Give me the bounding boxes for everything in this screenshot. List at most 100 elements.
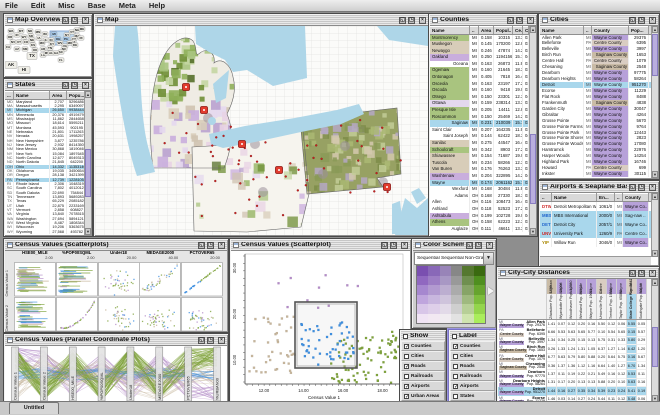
- color-swatch[interactable]: [440, 304, 451, 314]
- distance-cell[interactable]: 0.07: [557, 320, 567, 328]
- distance-cell[interactable]: 0.12: [567, 320, 577, 328]
- color-swatch[interactable]: [428, 295, 439, 305]
- distance-cell[interactable]: 0.24: [617, 387, 627, 395]
- table-row[interactable]: AshlandOH0.1185252317.2002.85: [430, 206, 536, 213]
- distance-row[interactable]: MIAllen ParkWayne CountyPop. 293761.410.…: [498, 320, 658, 328]
- distance-cell[interactable]: 1.05: [587, 345, 597, 353]
- checkbox[interactable]: [404, 374, 409, 379]
- distance-col-header[interactable]: WayneSouthgate Pop. 30136: [637, 279, 647, 319]
- layer-toggle-counties[interactable]: ✓Counties: [401, 341, 445, 351]
- table-row[interactable]: MontmorencyMI0.1581031513.3003.05: [430, 35, 536, 42]
- color-swatch[interactable]: [451, 276, 462, 286]
- distance-cell[interactable]: 6.66: [547, 328, 557, 336]
- distance-cell[interactable]: 0.19: [637, 387, 647, 395]
- titlebar-colorscheme[interactable]: Color Scheme◱◳×: [413, 240, 495, 251]
- titlebar-matrix[interactable]: Census Values (Scatterplots)◱◳×: [5, 240, 227, 251]
- distance-cell[interactable]: 5.50: [597, 320, 607, 328]
- show-title-checkbox[interactable]: [403, 334, 408, 339]
- close-button[interactable]: ×: [82, 17, 89, 24]
- checkbox[interactable]: ✓: [404, 384, 409, 389]
- distance-col-header[interactable]: SaginawZilwaukee Pop. 1799: [547, 279, 557, 319]
- distance-cell[interactable]: 1.37: [547, 370, 557, 378]
- color-swatch[interactable]: [417, 276, 428, 286]
- distance-cell[interactable]: 1.14: [617, 345, 627, 353]
- distances-scrollbar[interactable]: ▲▼: [651, 279, 658, 402]
- table-row[interactable]: Saint JosephMI0.1446242218.3004.10: [430, 133, 536, 140]
- distance-col-header[interactable]: WayneWyandotte Pop. 28006: [557, 279, 567, 319]
- titlebar-map[interactable]: Map◱◳×: [95, 15, 428, 26]
- menu-base[interactable]: Base: [88, 1, 106, 10]
- matrix-cell[interactable]: [139, 262, 181, 297]
- maximize-button[interactable]: ◳: [71, 82, 78, 89]
- checkbox[interactable]: [453, 394, 458, 399]
- distance-cell[interactable]: 0.12: [607, 320, 617, 328]
- titlebar-states[interactable]: States◱◳×: [5, 80, 91, 91]
- distance-cell[interactable]: 0.11: [557, 370, 567, 378]
- distance-cell[interactable]: 5.63: [557, 354, 567, 362]
- menu-misc[interactable]: Misc: [58, 1, 75, 10]
- table-row[interactable]: AdamsOH0.1682733018.3003.05: [430, 193, 536, 200]
- restore-button[interactable]: ◱: [399, 17, 406, 24]
- table-row[interactable]: YIPWillow Run3046/0MIWayne Co..: [540, 238, 658, 247]
- color-swatch[interactable]: [428, 266, 439, 276]
- distance-row[interactable]: MIChesaningSaginaw CountyPop. 25480.361.…: [498, 362, 658, 370]
- close-button[interactable]: ×: [649, 17, 656, 24]
- table-row[interactable]: DETDetroit City2057/1MIWayne Co..: [540, 220, 658, 229]
- table-row[interactable]: NewaygoMI0.2464787414.2002.85: [430, 48, 536, 55]
- distance-cell[interactable]: 1.12: [577, 362, 587, 370]
- table-row[interactable]: UNVUniversity Park1260/9PACentre Co..: [540, 229, 658, 238]
- close-button[interactable]: ×: [486, 242, 493, 249]
- chevron-down-icon[interactable]: ▼: [483, 253, 493, 264]
- checkbox[interactable]: ✓: [453, 344, 458, 349]
- distance-cell[interactable]: 0.34: [557, 337, 567, 345]
- close-button[interactable]: ×: [401, 242, 408, 249]
- distance-cell[interactable]: 0.17: [557, 379, 567, 387]
- panel-show[interactable]: Show ✓CountiesCities✓RoadsRailroads✓Airp…: [399, 329, 447, 404]
- restore-button[interactable]: ◱: [198, 337, 205, 344]
- layer-toggle-roads[interactable]: Roads: [450, 361, 495, 371]
- distance-cell[interactable]: 5.75: [597, 337, 607, 345]
- layer-toggle-roads[interactable]: ✓Roads: [401, 361, 445, 371]
- distance-cell[interactable]: 0.20: [607, 379, 617, 387]
- distance-cell[interactable]: 5.63: [627, 379, 637, 387]
- layer-toggle-cities[interactable]: Cities: [401, 351, 445, 361]
- close-button[interactable]: ×: [218, 337, 225, 344]
- matrix-cell[interactable]: [56, 262, 98, 297]
- color-swatch[interactable]: [451, 266, 462, 276]
- maximize-button[interactable]: ◳: [638, 17, 645, 24]
- table-row[interactable]: OttawaMI0.15923831413.3003.75: [430, 100, 536, 107]
- distance-row[interactable]: MIBirch RunSaginaw CountyPop. 16530.261.…: [498, 345, 658, 353]
- layer-toggle-railroads[interactable]: Railroads: [401, 371, 445, 381]
- distance-cell[interactable]: 0.27: [567, 387, 577, 395]
- color-swatch[interactable]: [440, 285, 451, 295]
- table-row[interactable]: WexfordMI0.1683048411.9002.60: [430, 186, 536, 193]
- distance-cell[interactable]: 0.31: [607, 337, 617, 345]
- restore-button[interactable]: ◱: [62, 82, 69, 89]
- color-swatch[interactable]: [417, 314, 428, 324]
- distance-cell[interactable]: 5.79: [567, 354, 577, 362]
- distance-cell[interactable]: 5.80: [577, 354, 587, 362]
- menu-edit[interactable]: Edit: [31, 1, 45, 10]
- distance-col-header[interactable]: WayneWestland Pop. 86602: [577, 279, 587, 319]
- color-swatch[interactable]: [451, 304, 462, 314]
- col-header[interactable]: Area: [479, 26, 494, 34]
- maximize-button[interactable]: ◳: [516, 17, 523, 24]
- restore-button[interactable]: ◱: [629, 270, 636, 277]
- matrix-cell[interactable]: [181, 262, 223, 297]
- table-row[interactable]: OaklandMI0.250119415615.1004.10: [430, 54, 536, 61]
- checkbox[interactable]: [453, 374, 458, 379]
- distance-col-header[interactable]: CentreUnionville Pop. 311: [597, 279, 607, 319]
- restore-button[interactable]: ◱: [629, 17, 636, 24]
- col-header[interactable]: ...: [5, 91, 14, 99]
- distance-cell[interactable]: 5.65: [617, 328, 627, 336]
- col-header[interactable]: Popul..: [494, 26, 513, 34]
- distance-row[interactable]: MIDearbornWayne CountyPop. 977751.370.11…: [498, 370, 658, 378]
- panel-airports[interactable]: Airports & Seaplane Bases◱◳× ..NameEn...…: [538, 180, 660, 267]
- maximize-button[interactable]: ◳: [408, 17, 415, 24]
- close-button[interactable]: ×: [419, 17, 426, 24]
- titlebar-airports[interactable]: Airports & Seaplane Bases◱◳×: [540, 182, 658, 193]
- distance-cell[interactable]: 0.36: [547, 362, 557, 370]
- color-swatch[interactable]: [474, 276, 485, 286]
- col-header[interactable]: County: [623, 193, 649, 201]
- distance-cell[interactable]: 0.10: [617, 379, 627, 387]
